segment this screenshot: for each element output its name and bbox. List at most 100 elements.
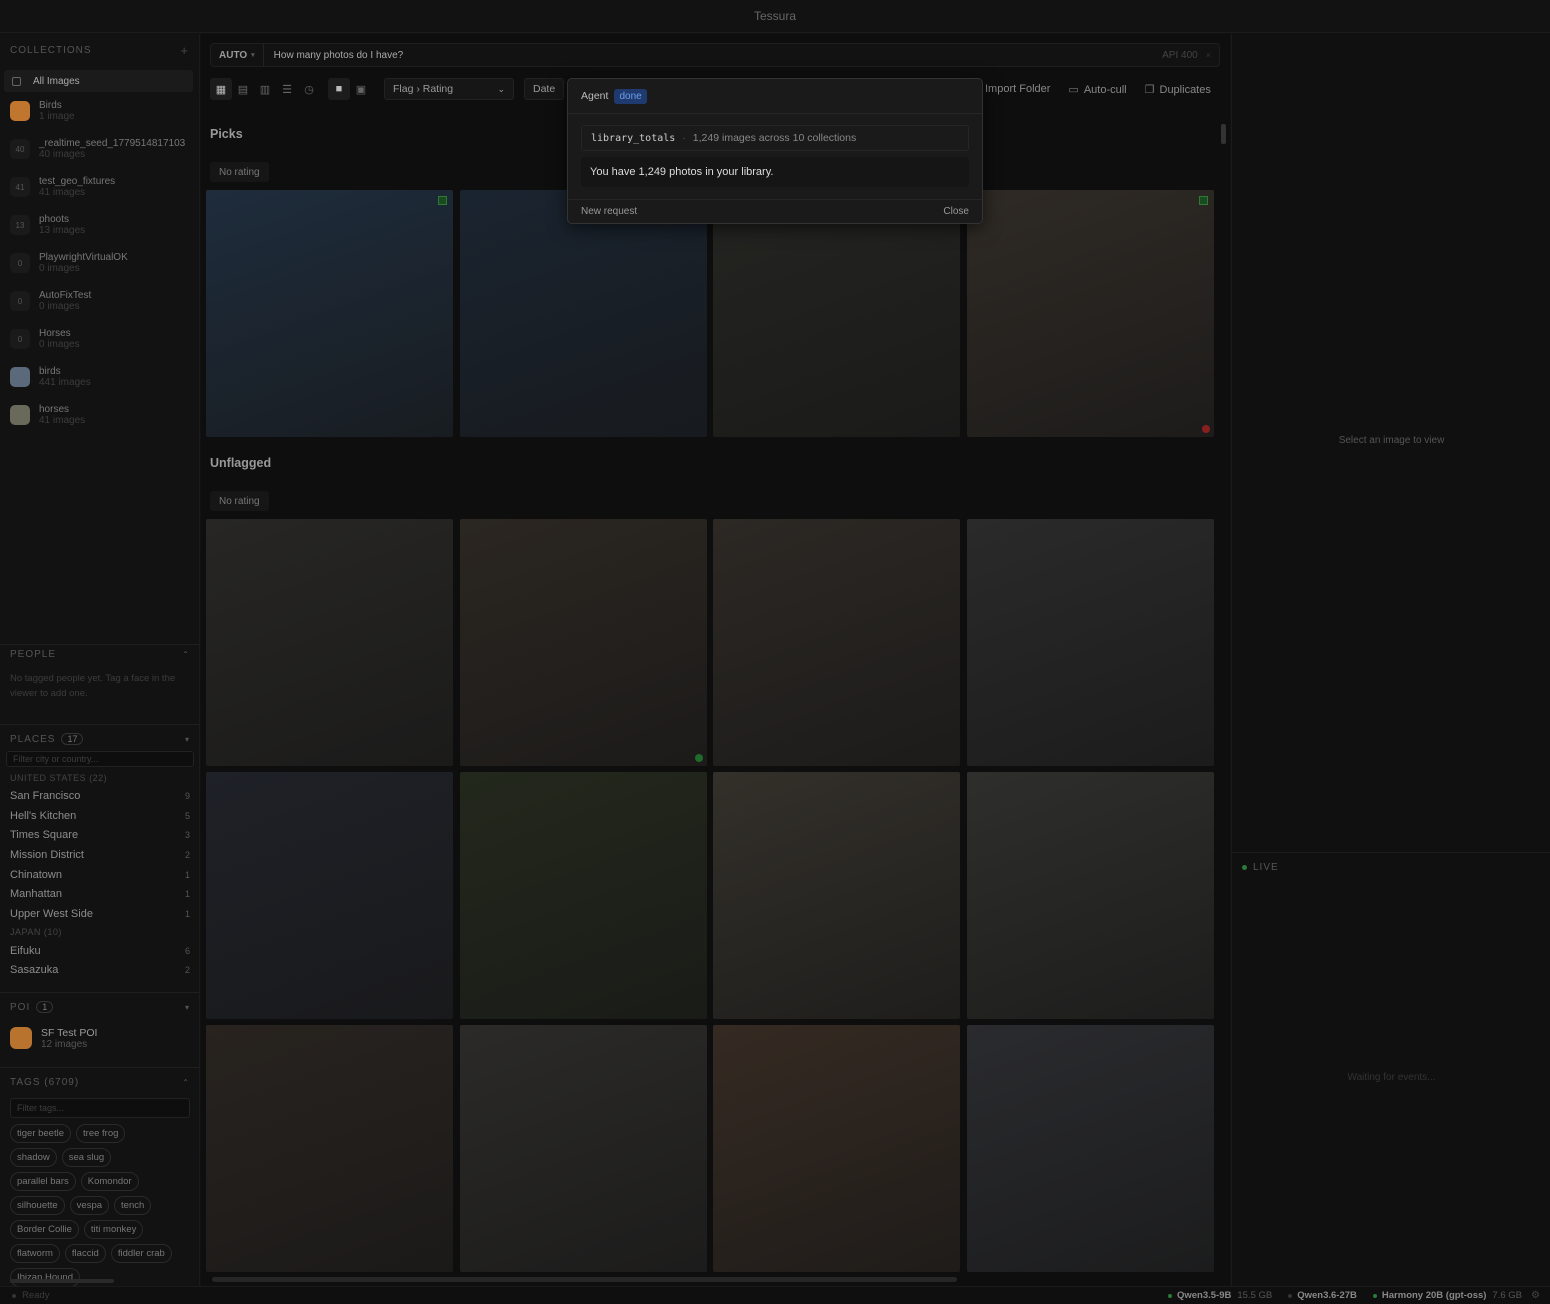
country-header[interactable]: JAPAN (10) [0, 924, 199, 941]
place-name: Eifuku [10, 944, 41, 957]
model-indicator[interactable]: Qwen3.6-27B [1288, 1290, 1357, 1301]
collection-item[interactable]: 40 _realtime_seed_1779514817103 40 images [0, 130, 199, 168]
agent-search-bar[interactable]: AUTO ▾ How many photos do I have? API 400… [210, 43, 1220, 67]
tag-chip[interactable]: Ibizan Hound [10, 1268, 80, 1286]
photo-thumbnail[interactable] [713, 772, 960, 1019]
collection-item[interactable]: birds 441 images [0, 358, 199, 396]
chevron-down-icon[interactable]: ▾ [185, 735, 190, 744]
new-request-button[interactable]: New request [581, 206, 637, 217]
tags-header[interactable]: TAGS (6709) ⌃ [0, 1074, 199, 1090]
gallery-scrollbar[interactable] [1221, 124, 1226, 144]
list-view-icon[interactable]: ☰ [276, 78, 298, 100]
model-indicator[interactable]: Harmony 20B (gpt-oss) 7.6 GB [1372, 1290, 1522, 1301]
import-folder-button[interactable]: Import Folder [980, 83, 1050, 95]
tag-chip[interactable]: tench [114, 1196, 152, 1215]
add-collection-icon[interactable]: + [180, 43, 189, 58]
photo-thumbnail[interactable] [460, 519, 707, 766]
place-item[interactable]: Sasazuka 2 [0, 961, 199, 981]
collection-item[interactable]: 0 Horses 0 images [0, 320, 199, 358]
tag-chip[interactable]: tiger beetle [10, 1124, 72, 1143]
photo-thumbnail[interactable] [206, 772, 453, 1019]
model-size: 15.5 GB [1237, 1290, 1273, 1301]
grid-large-view-icon[interactable]: ▦ [210, 78, 232, 100]
split-pane-icon[interactable]: ▣ [350, 78, 372, 100]
tag-chip[interactable]: Border Collie [10, 1220, 79, 1239]
tags-filter-input[interactable]: Filter tags... [10, 1098, 190, 1118]
people-header[interactable]: PEOPLE ⌃ [0, 647, 199, 661]
gear-icon[interactable]: ⚙ [1531, 1290, 1540, 1301]
collection-item[interactable]: 0 AutoFixTest 0 images [0, 282, 199, 320]
tag-chip[interactable]: titi monkey [83, 1220, 144, 1239]
search-mode-select[interactable]: AUTO ▾ [211, 44, 264, 66]
place-item[interactable]: Eifuku 6 [0, 941, 199, 961]
duplicates-button[interactable]: ❐ Duplicates [1145, 83, 1211, 96]
gallery-hscrollbar[interactable] [212, 1277, 957, 1282]
tag-chip[interactable]: silhouette [10, 1196, 65, 1215]
chevron-down-icon[interactable]: ▾ [185, 1003, 190, 1012]
agent-popup: Agent done library_totals · 1,249 images… [567, 78, 983, 224]
collection-item[interactable]: horses 41 images [0, 396, 199, 434]
collections-title: COLLECTIONS [10, 44, 92, 56]
photo-thumbnail[interactable] [967, 190, 1214, 437]
photo-thumbnail[interactable] [713, 1025, 960, 1272]
tag-chip[interactable]: vespa [69, 1196, 110, 1215]
collection-item[interactable]: 13 phoots 13 images [0, 206, 199, 244]
grid-small-view-icon[interactable]: ▤ [232, 78, 254, 100]
photo-thumbnail[interactable] [460, 190, 707, 437]
collection-item[interactable]: Birds 1 image [0, 92, 199, 130]
single-pane-icon[interactable]: ■ [328, 78, 350, 100]
tag-chip[interactable]: flatworm [10, 1244, 60, 1263]
tag-chip[interactable]: Komondor [80, 1172, 139, 1191]
photo-thumbnail[interactable] [206, 190, 453, 437]
photo-thumbnail[interactable] [713, 519, 960, 766]
collection-item[interactable]: 41 test_geo_fixtures 41 images [0, 168, 199, 206]
tag-chip[interactable]: flaccid [64, 1244, 106, 1263]
place-item[interactable]: Times Square 3 [0, 825, 199, 845]
places-filter-input[interactable]: Filter city or country... [6, 751, 194, 767]
tag-chip[interactable]: shadow [10, 1148, 57, 1167]
close-button[interactable]: Close [943, 206, 969, 217]
clear-search-icon[interactable]: × [1206, 50, 1211, 60]
all-images-label: All Images [33, 75, 80, 87]
photo-thumbnail[interactable] [206, 1025, 453, 1272]
auto-cull-button[interactable]: ▭ Auto-cull [1068, 83, 1126, 96]
place-item[interactable]: Mission District 2 [0, 845, 199, 865]
chevron-up-icon[interactable]: ⌃ [182, 1078, 190, 1087]
place-item[interactable]: Hell's Kitchen 5 [0, 806, 199, 826]
tag-chip[interactable]: sea slug [61, 1148, 112, 1167]
places-header[interactable]: PLACES 17 ▾ [0, 731, 199, 747]
collection-all-images[interactable]: All Images [4, 70, 193, 92]
tag-chip[interactable]: tree frog [76, 1124, 126, 1143]
place-count: 1 [184, 908, 190, 919]
grid-columns-view-icon[interactable]: ▥ [254, 78, 276, 100]
photo-thumbnail[interactable] [967, 772, 1214, 1019]
collection-count: 40 images [39, 149, 86, 160]
poi-header[interactable]: POI 1 ▾ [0, 999, 199, 1015]
place-item[interactable]: Chinatown 1 [0, 865, 199, 885]
model-name: Qwen3.5-9B [1176, 1290, 1232, 1301]
collection-name: AutoFixTest [39, 290, 92, 301]
rating-header: No rating [210, 491, 269, 511]
date-button[interactable]: Date [524, 78, 565, 100]
photo-thumbnail[interactable] [967, 519, 1214, 766]
country-header[interactable]: UNITED STATES (22) [0, 769, 199, 786]
sidebar-scrollbar[interactable] [10, 1279, 114, 1283]
sort-select[interactable]: Flag › Rating ⌄ [384, 78, 514, 100]
poi-item[interactable]: SF Test POI 12 images [0, 1019, 199, 1057]
place-item[interactable]: Upper West Side 1 [0, 904, 199, 924]
search-input[interactable]: How many photos do I have? [264, 50, 1162, 61]
timeline-view-icon[interactable]: ◷ [298, 78, 320, 100]
tag-chip[interactable]: fiddler crab [110, 1244, 172, 1263]
place-name: Sasazuka [10, 964, 59, 977]
photo-thumbnail[interactable] [460, 772, 707, 1019]
collection-item[interactable]: 0 PlaywrightVirtualOK 0 images [0, 244, 199, 282]
place-item[interactable]: Manhattan 1 [0, 884, 199, 904]
model-indicator[interactable]: Qwen3.5-9B 15.5 GB [1167, 1290, 1273, 1301]
tag-chip[interactable]: parallel bars [10, 1172, 76, 1191]
place-item[interactable]: San Francisco 9 [0, 786, 199, 806]
photo-thumbnail[interactable] [713, 190, 960, 437]
photo-thumbnail[interactable] [967, 1025, 1214, 1272]
photo-thumbnail[interactable] [206, 519, 453, 766]
chevron-up-icon[interactable]: ⌃ [182, 650, 190, 659]
photo-thumbnail[interactable] [460, 1025, 707, 1272]
